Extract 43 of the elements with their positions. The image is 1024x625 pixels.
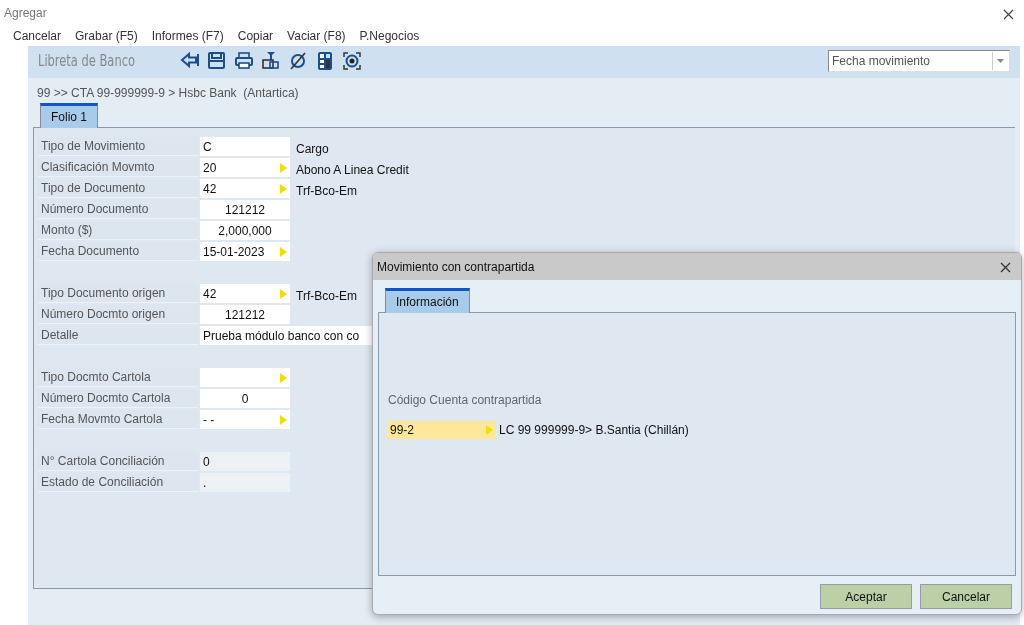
window-title: Agregar bbox=[4, 5, 47, 22]
input-field: . bbox=[200, 473, 290, 492]
tab[interactable]: Información bbox=[385, 288, 470, 313]
sort-dropdown[interactable]: Fecha movimiento bbox=[828, 50, 1010, 72]
tab[interactable]: Folio 1 bbox=[40, 103, 99, 128]
input-field: 0 bbox=[200, 452, 290, 471]
input-field[interactable]: 121212 bbox=[200, 305, 290, 324]
input-field[interactable]: 121212 bbox=[200, 200, 290, 219]
input-field[interactable]: 99-2 bbox=[388, 421, 496, 439]
input-field[interactable]: 15-01-2023 bbox=[200, 242, 290, 261]
menu-item[interactable]: Informes (F7) bbox=[144, 27, 231, 45]
input-field[interactable]: 42 bbox=[200, 284, 290, 303]
menu-item[interactable]: Vaciar (F8) bbox=[280, 27, 353, 45]
toolbar-printer-icon[interactable] bbox=[234, 51, 254, 71]
toolbar-calculator-icon[interactable] bbox=[315, 51, 335, 71]
dialog-button[interactable]: Cancelar bbox=[920, 584, 1012, 609]
toolbar-slashed-circle-icon[interactable] bbox=[288, 51, 308, 71]
input-field[interactable]: 20 bbox=[200, 158, 290, 177]
input-field[interactable]: - - bbox=[200, 410, 290, 429]
dialog-title: Movimiento con contrapartida bbox=[377, 258, 535, 276]
dropdown-caret-icon bbox=[997, 59, 1004, 63]
field-description: LC 99 999999-9> B.Santia (Chillán) bbox=[499, 422, 689, 439]
menu-item[interactable]: Grabar (F5) bbox=[68, 27, 145, 45]
input-field[interactable]: 42 bbox=[200, 179, 290, 198]
menu-item[interactable]: Copiar bbox=[230, 27, 281, 45]
toolbar-target-icon[interactable] bbox=[342, 51, 362, 71]
input-field[interactable]: 2,000,000 bbox=[200, 221, 290, 240]
dialog-button[interactable]: Aceptar bbox=[820, 584, 912, 609]
toolbar-back-arrow-icon[interactable] bbox=[180, 51, 200, 71]
menu-item[interactable]: P.Negocios bbox=[352, 27, 427, 45]
input-field[interactable]: 0 bbox=[200, 389, 290, 408]
field-description: Trf-Bco-Em bbox=[296, 287, 357, 305]
input-field[interactable]: C bbox=[200, 137, 290, 156]
field-description: Trf-Bco-Em bbox=[296, 182, 357, 200]
field-description: Abono A Linea Credit bbox=[296, 161, 409, 179]
menu-item[interactable]: Cancelar bbox=[6, 27, 69, 45]
input-field[interactable] bbox=[200, 368, 290, 387]
field-description: Cargo bbox=[296, 140, 329, 158]
toolbar-export-icon[interactable] bbox=[261, 51, 281, 71]
field-label: Código Cuenta contrapartida bbox=[388, 392, 542, 409]
toolbar-save-icon[interactable] bbox=[207, 51, 227, 71]
app-title: Libreta de Banco bbox=[38, 50, 136, 72]
breadcrumb: 99 >> CTA 99-999999-9 > Hsbc Bank (Antartica) bbox=[36, 85, 300, 100]
